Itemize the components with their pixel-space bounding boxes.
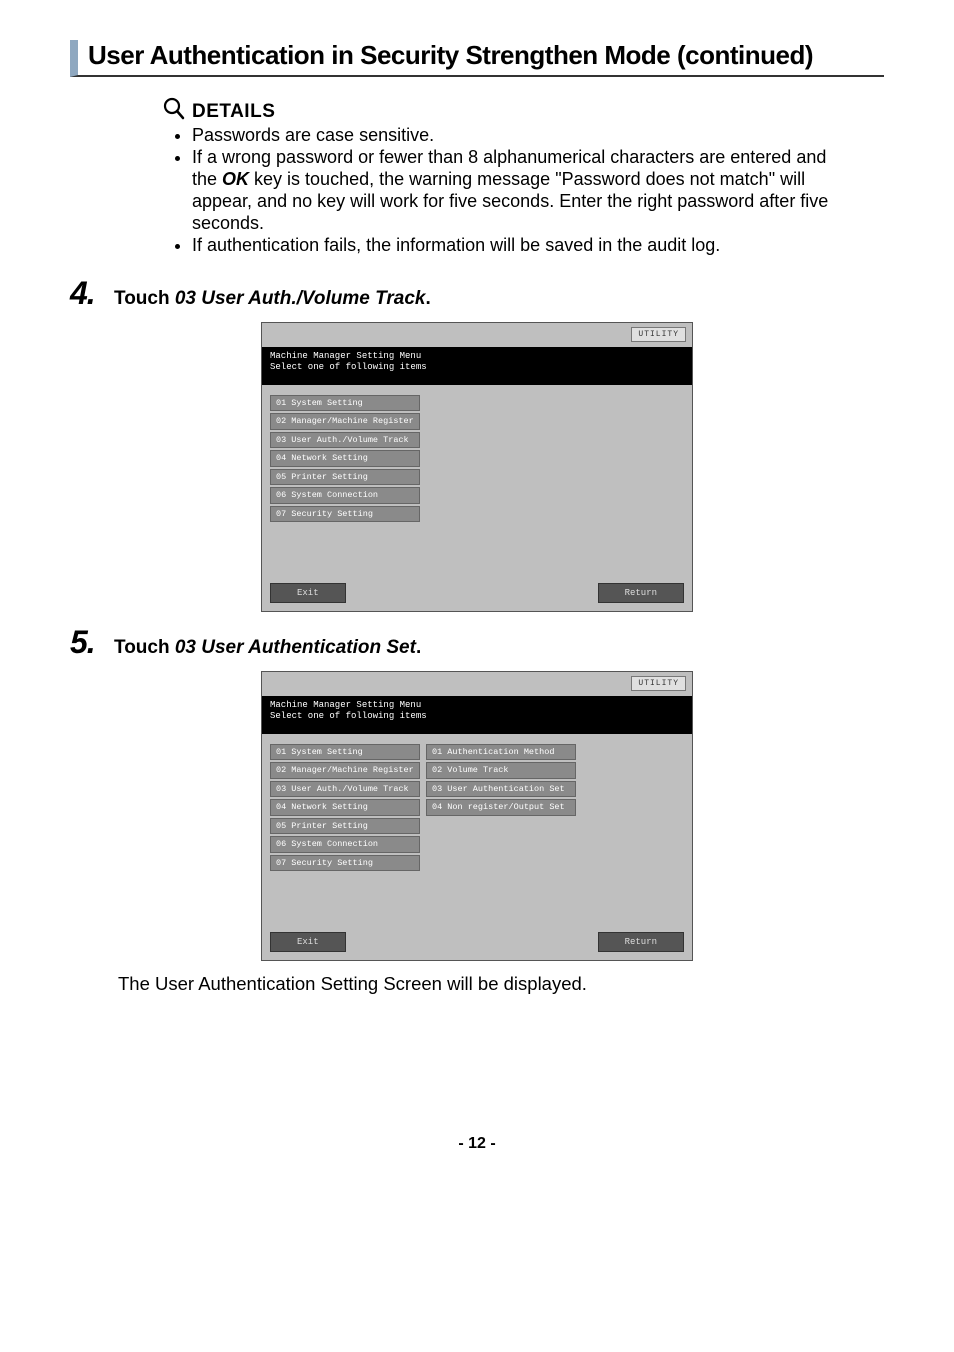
menu-auth-method[interactable]: 01 Authentication Method: [426, 744, 576, 761]
right-menu-column: 01 Authentication Method 02 Volume Track…: [426, 744, 576, 924]
return-button[interactable]: Return: [598, 583, 684, 603]
menu-network-setting[interactable]: 04 Network Setting: [270, 450, 420, 467]
section-title: User Authentication in Security Strength…: [88, 40, 813, 70]
exit-button[interactable]: Exit: [270, 583, 346, 603]
menu-printer-setting[interactable]: 05 Printer Setting: [270, 469, 420, 486]
section-title-bar: User Authentication in Security Strength…: [70, 40, 884, 77]
screenshot-step4: UTILITY Machine Manager Setting Menu Sel…: [261, 322, 693, 612]
menu-user-auth-volume[interactable]: 03 User Auth./Volume Track: [270, 432, 420, 449]
details-bullet-2: If a wrong password or fewer than 8 alph…: [192, 147, 844, 235]
left-menu-column: 01 System Setting 02 Manager/Machine Reg…: [270, 395, 420, 575]
details-list: Passwords are case sensitive. If a wrong…: [160, 125, 844, 257]
menu-system-setting[interactable]: 01 System Setting: [270, 395, 420, 412]
screenshot-step5: UTILITY Machine Manager Setting Menu Sel…: [261, 671, 693, 961]
menu-security-setting[interactable]: 07 Security Setting: [270, 855, 420, 872]
step-4-text: Touch 03 User Auth./Volume Track.: [114, 288, 431, 310]
details-bullet-3: If authentication fails, the information…: [192, 235, 844, 257]
screen-header: Machine Manager Setting Menu Select one …: [262, 347, 692, 385]
menu-volume-track[interactable]: 02 Volume Track: [426, 762, 576, 779]
utility-button[interactable]: UTILITY: [631, 676, 686, 691]
menu-system-setting[interactable]: 01 System Setting: [270, 744, 420, 761]
menu-network-setting[interactable]: 04 Network Setting: [270, 799, 420, 816]
menu-user-auth-set[interactable]: 03 User Authentication Set: [426, 781, 576, 798]
step-5-row: 5. Touch 03 User Authentication Set.: [70, 624, 884, 661]
details-bullet-1: Passwords are case sensitive.: [192, 125, 844, 147]
utility-button[interactable]: UTILITY: [631, 327, 686, 342]
menu-security-setting[interactable]: 07 Security Setting: [270, 506, 420, 523]
menu-system-connection[interactable]: 06 System Connection: [270, 836, 420, 853]
menu-user-auth-volume[interactable]: 03 User Auth./Volume Track: [270, 781, 420, 798]
return-button[interactable]: Return: [598, 932, 684, 952]
menu-system-connection[interactable]: 06 System Connection: [270, 487, 420, 504]
menu-manager-register[interactable]: 02 Manager/Machine Register: [270, 762, 420, 779]
step-4-number: 4.: [70, 275, 98, 312]
menu-printer-setting[interactable]: 05 Printer Setting: [270, 818, 420, 835]
exit-button[interactable]: Exit: [270, 932, 346, 952]
step-5-text: Touch 03 User Authentication Set.: [114, 637, 421, 659]
details-label: DETAILS: [192, 101, 275, 123]
magnifier-icon: [160, 95, 188, 123]
step-4-row: 4. Touch 03 User Auth./Volume Track.: [70, 275, 884, 312]
left-menu-column: 01 System Setting 02 Manager/Machine Reg…: [270, 744, 420, 924]
details-block: DETAILS Passwords are case sensitive. If…: [160, 95, 844, 257]
menu-non-register-output[interactable]: 04 Non register/Output Set: [426, 799, 576, 816]
menu-manager-register[interactable]: 02 Manager/Machine Register: [270, 413, 420, 430]
page-number: - 12 -: [70, 1135, 884, 1153]
step-5-number: 5.: [70, 624, 98, 661]
screen-header: Machine Manager Setting Menu Select one …: [262, 696, 692, 734]
closing-text: The User Authentication Setting Screen w…: [118, 973, 884, 995]
